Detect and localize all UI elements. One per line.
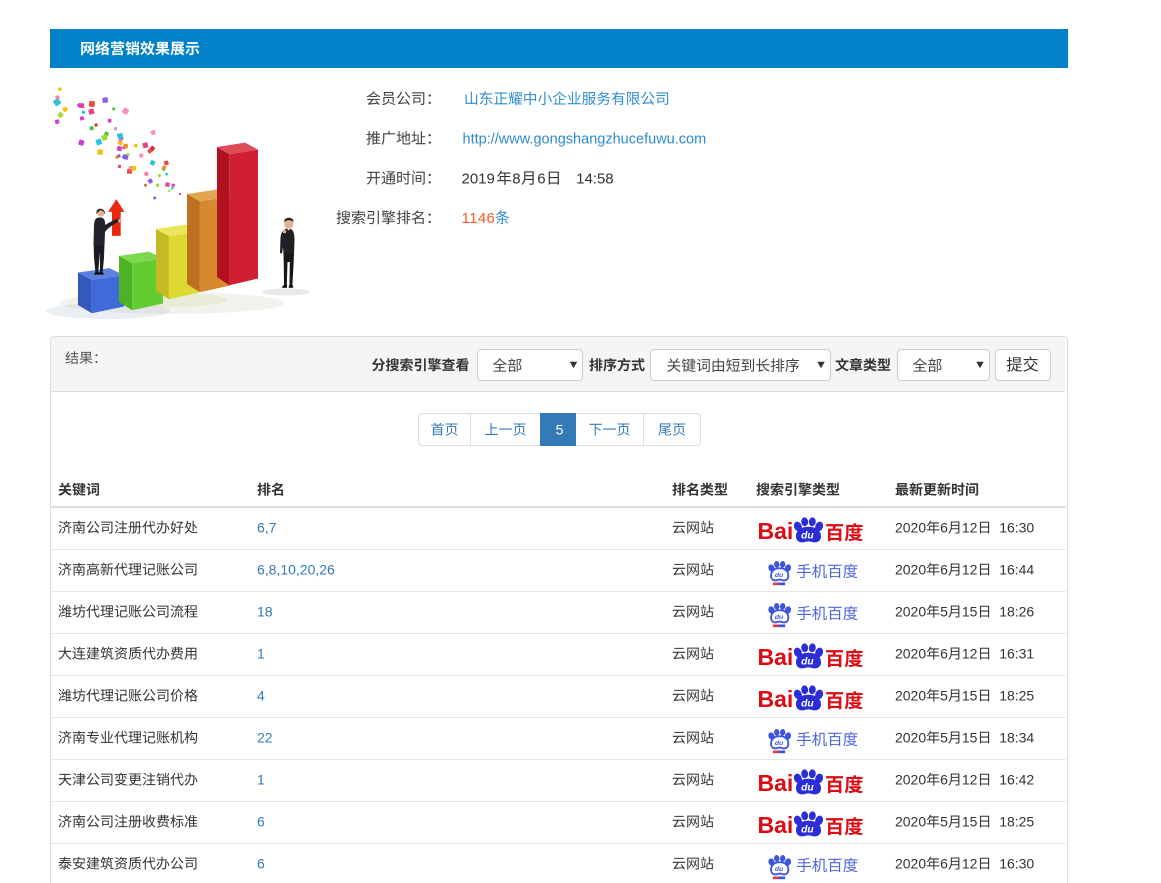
svg-text:du: du: [801, 825, 814, 836]
svg-text:16:42: 16:42: [999, 772, 1034, 788]
svg-text:6: 6: [537, 170, 545, 187]
svg-text:1: 1: [257, 646, 265, 662]
svg-text:6,7: 6,7: [257, 520, 277, 536]
svg-text:Bai: Bai: [758, 686, 794, 712]
svg-text:18:25: 18:25: [999, 814, 1034, 830]
svg-text:6: 6: [940, 520, 948, 536]
svg-text:15: 15: [962, 688, 978, 704]
svg-text:12: 12: [962, 520, 978, 536]
svg-text:2020: 2020: [895, 856, 926, 872]
svg-text:6: 6: [257, 814, 265, 830]
svg-text:8: 8: [512, 170, 520, 187]
svg-text:Bai: Bai: [758, 644, 794, 670]
svg-text:22: 22: [257, 730, 273, 746]
svg-text:1: 1: [257, 772, 265, 788]
svg-text:12: 12: [962, 856, 978, 872]
svg-text:16:31: 16:31: [999, 646, 1034, 662]
svg-text:16:44: 16:44: [999, 562, 1034, 578]
svg-text:2020: 2020: [895, 772, 926, 788]
svg-text:12: 12: [962, 772, 978, 788]
svg-text:5: 5: [940, 604, 948, 620]
svg-text:du: du: [801, 699, 814, 710]
svg-text:15: 15: [962, 604, 978, 620]
svg-text:1146: 1146: [462, 210, 495, 227]
svg-text:6: 6: [940, 772, 948, 788]
svg-text:6,8,10,20,26: 6,8,10,20,26: [257, 562, 335, 578]
svg-text:2020: 2020: [895, 688, 926, 704]
svg-text:16:30: 16:30: [999, 856, 1034, 872]
svg-text:12: 12: [962, 646, 978, 662]
svg-text:12: 12: [962, 562, 978, 578]
svg-text:2020: 2020: [895, 814, 926, 830]
svg-text:Bai: Bai: [758, 770, 794, 796]
svg-text:du: du: [775, 866, 784, 873]
svg-text:2020: 2020: [895, 646, 926, 662]
svg-text:du: du: [775, 572, 784, 579]
svg-text:5: 5: [556, 422, 564, 438]
svg-text:4: 4: [257, 688, 265, 704]
svg-text:Bai: Bai: [758, 518, 794, 544]
svg-text:http://www.gongshangzhucefuwu.: http://www.gongshangzhucefuwu.com: [463, 131, 707, 147]
svg-text:2020: 2020: [895, 520, 926, 536]
svg-text:du: du: [775, 614, 784, 621]
svg-text:5: 5: [940, 688, 948, 704]
svg-text:5: 5: [940, 814, 948, 830]
svg-text:2020: 2020: [895, 562, 926, 578]
svg-text:Bai: Bai: [758, 812, 794, 838]
svg-text:2019: 2019: [462, 170, 495, 187]
svg-text:6: 6: [940, 646, 948, 662]
svg-text:6: 6: [940, 856, 948, 872]
svg-text:18:34: 18:34: [999, 730, 1034, 746]
svg-text:15: 15: [962, 730, 978, 746]
svg-text:6: 6: [257, 856, 265, 872]
svg-text:15: 15: [962, 814, 978, 830]
svg-text:du: du: [801, 657, 814, 668]
svg-text:6: 6: [940, 562, 948, 578]
svg-text:18:26: 18:26: [999, 604, 1034, 620]
svg-text:du: du: [801, 783, 814, 794]
svg-text:2020: 2020: [895, 604, 926, 620]
svg-text:du: du: [801, 531, 814, 542]
svg-text:2020: 2020: [895, 730, 926, 746]
svg-text:18: 18: [257, 604, 273, 620]
svg-text:18:25: 18:25: [999, 688, 1034, 704]
svg-text:14:58: 14:58: [576, 170, 614, 187]
svg-text:du: du: [775, 740, 784, 747]
svg-text:16:30: 16:30: [999, 520, 1034, 536]
svg-text:5: 5: [940, 730, 948, 746]
